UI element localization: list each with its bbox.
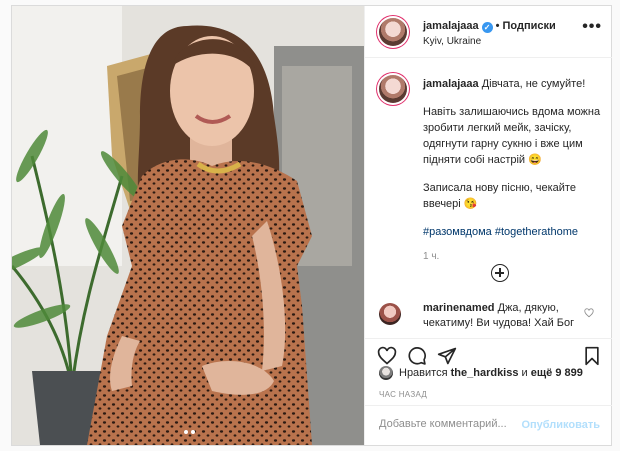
comment-icon[interactable] (407, 346, 427, 366)
share-icon[interactable] (437, 346, 457, 366)
dot-separator: • (495, 20, 500, 32)
author-username[interactable]: jamalajaaa (423, 20, 479, 32)
post-photo[interactable] (12, 6, 364, 445)
more-icon[interactable]: ••• (582, 19, 602, 35)
verified-icon: ✓ (481, 22, 493, 33)
caption-paragraph-1: Навіть залишаючись вдома можна зробити л… (423, 106, 601, 166)
header-user-line: jamalajaaa ✓ • Подписки (423, 20, 556, 33)
likes-and: и (521, 367, 528, 379)
caption-line1: Дівчата, не сумуйте! (481, 78, 586, 90)
commenter-username[interactable]: marinenamed (423, 302, 495, 314)
comment-text: marinenamed Джа, дякую, чекатиму! Ви чуд… (423, 301, 608, 331)
carousel-dot (191, 430, 195, 434)
post-caption: jamalajaaa Дівчата, не сумуйте! Навіть з… (365, 58, 612, 298)
likes-prefix: Нравится (399, 367, 448, 379)
commenter-avatar[interactable] (379, 303, 401, 325)
author-avatar[interactable] (379, 18, 407, 46)
post-location[interactable]: Kyiv, Ukraine (423, 36, 481, 47)
heart-icon[interactable] (377, 346, 397, 366)
carousel-dots (184, 430, 195, 434)
comment-input[interactable] (379, 418, 529, 430)
post-side-panel: jamalajaaa ✓ • Подписки Kyiv, Ukraine ••• j… (364, 6, 612, 445)
add-comment-bar: Опубликовать (365, 405, 612, 445)
posted-time: ЧАС НАЗАД (379, 390, 428, 399)
likes-count[interactable]: ещё 9 899 (531, 367, 583, 379)
comment-row: marinenamed Джа, дякую, чекатиму! Ви чуд… (365, 298, 612, 338)
instagram-post-frame: jamalajaaa ✓ • Подписки Kyiv, Ukraine ••• j… (11, 5, 612, 446)
caption-username[interactable]: jamalajaaa (423, 78, 479, 90)
photo-illustration (12, 6, 364, 445)
liker-avatar[interactable] (379, 366, 393, 380)
caption-avatar[interactable] (379, 75, 407, 103)
caption-time: 1 ч. (423, 251, 440, 262)
carousel-dot (184, 430, 188, 434)
caption-text: jamalajaaa Дівчата, не сумуйте! Навіть з… (423, 76, 608, 277)
following-button[interactable]: Подписки (503, 20, 556, 32)
liker-username[interactable]: the_hardkiss (451, 367, 519, 379)
likes-line: Нравится the_hardkiss и ещё 9 899 (379, 366, 583, 380)
publish-button[interactable]: Опубликовать (521, 419, 600, 431)
caption-hashtags[interactable]: #разомвдома #togetherathome (423, 224, 608, 240)
bookmark-icon[interactable] (583, 346, 601, 366)
post-header: jamalajaaa ✓ • Подписки Kyiv, Ukraine ••• (365, 6, 612, 58)
add-circle-icon[interactable] (491, 264, 509, 282)
caption-paragraph-2: Записала нову пісню, чекайте ввечері 😘 (423, 182, 576, 210)
comment-like-icon[interactable] (584, 308, 594, 318)
caption-first-line: jamalajaaa Дівчата, не сумуйте! (423, 76, 608, 92)
